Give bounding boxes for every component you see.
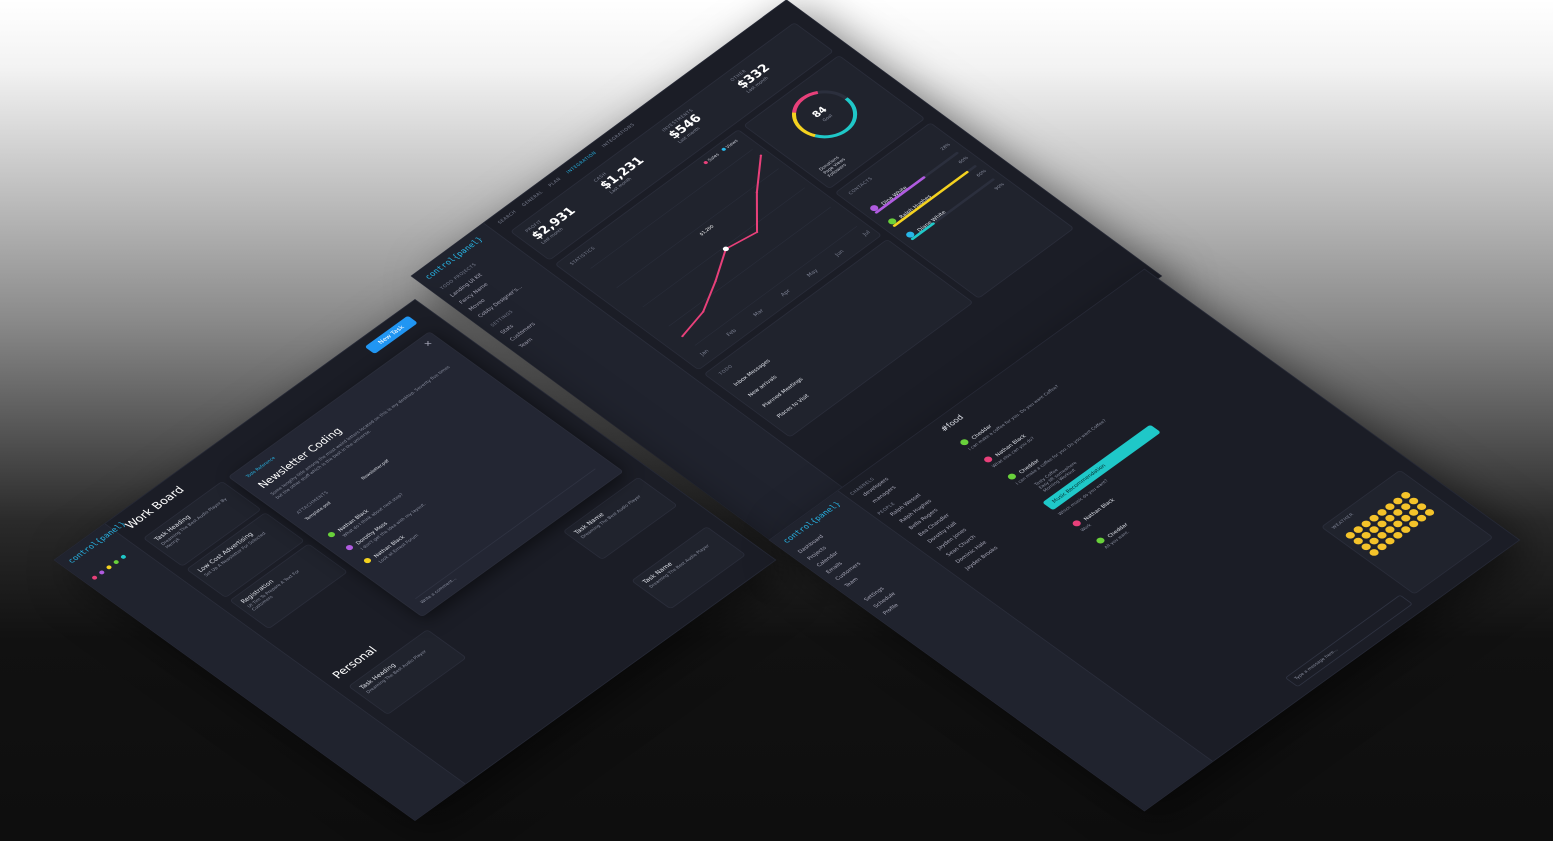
todo-title: TODO xyxy=(718,364,735,377)
emoji-panel: Weather xyxy=(1320,469,1494,595)
channel-title: #food xyxy=(939,413,967,434)
x-tick-label: Jun xyxy=(833,249,845,258)
color-dot-yellow[interactable] xyxy=(105,564,113,570)
contact-pct-2: 60% xyxy=(975,168,988,179)
close-icon[interactable]: ✕ xyxy=(423,340,436,349)
color-dot-teal[interactable] xyxy=(120,554,128,560)
x-tick-label: Feb xyxy=(726,328,739,338)
contact-pct-3: 90% xyxy=(993,182,1006,192)
data-point xyxy=(759,154,763,157)
x-tick-label: Mar xyxy=(752,308,766,318)
message-input[interactable]: Type a message here... xyxy=(1284,594,1413,688)
stat-cash: CASH $1,231 Last month xyxy=(593,151,652,195)
x-tick-label: Apr xyxy=(780,288,793,298)
stat-investments: INVESTMENTS $546 Last month xyxy=(661,108,711,145)
data-point xyxy=(755,191,759,194)
stat-other: OTHER $332 Last month xyxy=(730,59,778,94)
color-dot-green[interactable] xyxy=(112,559,121,565)
legend-views-label: Views xyxy=(724,138,740,150)
tab-general[interactable]: GENERAL xyxy=(521,190,545,207)
color-dot-purple[interactable] xyxy=(98,569,106,576)
task-title: Task Name xyxy=(641,561,675,585)
task-title: Task Heading xyxy=(152,513,193,543)
color-dot-pink[interactable] xyxy=(91,575,99,581)
task-card-3[interactable]: Task Heading Dreaming The Best Audio Pla… xyxy=(348,629,467,715)
contact-pct-0: 28% xyxy=(939,142,952,152)
x-tick-label: May xyxy=(806,268,820,279)
search-label[interactable]: Search xyxy=(497,210,518,225)
contact-pct-1: 60% xyxy=(957,155,970,165)
contacts-title: CONTACTS xyxy=(847,176,875,196)
progress-bar-2 xyxy=(910,177,996,241)
attachment-1[interactable]: Newsletter.pdf xyxy=(360,459,390,481)
legend-sales-label: Sales xyxy=(706,152,721,163)
x-tick-label: Jan xyxy=(698,349,710,358)
stat-profit: PROFIT $2,931 Last month xyxy=(524,202,583,245)
task-card-5[interactable]: Task Name Dreaming The Best Audio Player xyxy=(631,526,747,610)
x-tick-label: Jul xyxy=(861,230,872,238)
tab-plan[interactable]: PLAN xyxy=(547,177,562,188)
